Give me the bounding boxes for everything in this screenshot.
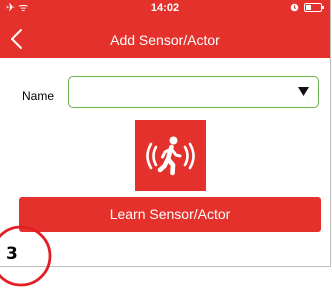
- app-header: ✈ ᯤ 14:02 Add Sensor/Actor: [0, 0, 330, 58]
- motion-sensor-icon: [146, 136, 195, 176]
- name-label: Name: [22, 89, 55, 103]
- page-title: Add Sensor/Actor: [110, 32, 220, 48]
- motion-sensor-image: [135, 120, 206, 191]
- status-bar: ✈ ᯤ 14:02: [0, 0, 330, 18]
- learn-sensor-actor-button[interactable]: Learn Sensor/Actor: [19, 197, 321, 232]
- nav-bar: Add Sensor/Actor: [0, 18, 330, 58]
- status-right-icons: [290, 3, 324, 12]
- battery-icon: [304, 3, 324, 12]
- name-select[interactable]: [68, 76, 319, 108]
- step-number: 3: [6, 244, 18, 264]
- alarm-icon: [290, 3, 299, 12]
- status-time: 14:02: [150, 2, 180, 14]
- caret-down-icon: [298, 87, 309, 96]
